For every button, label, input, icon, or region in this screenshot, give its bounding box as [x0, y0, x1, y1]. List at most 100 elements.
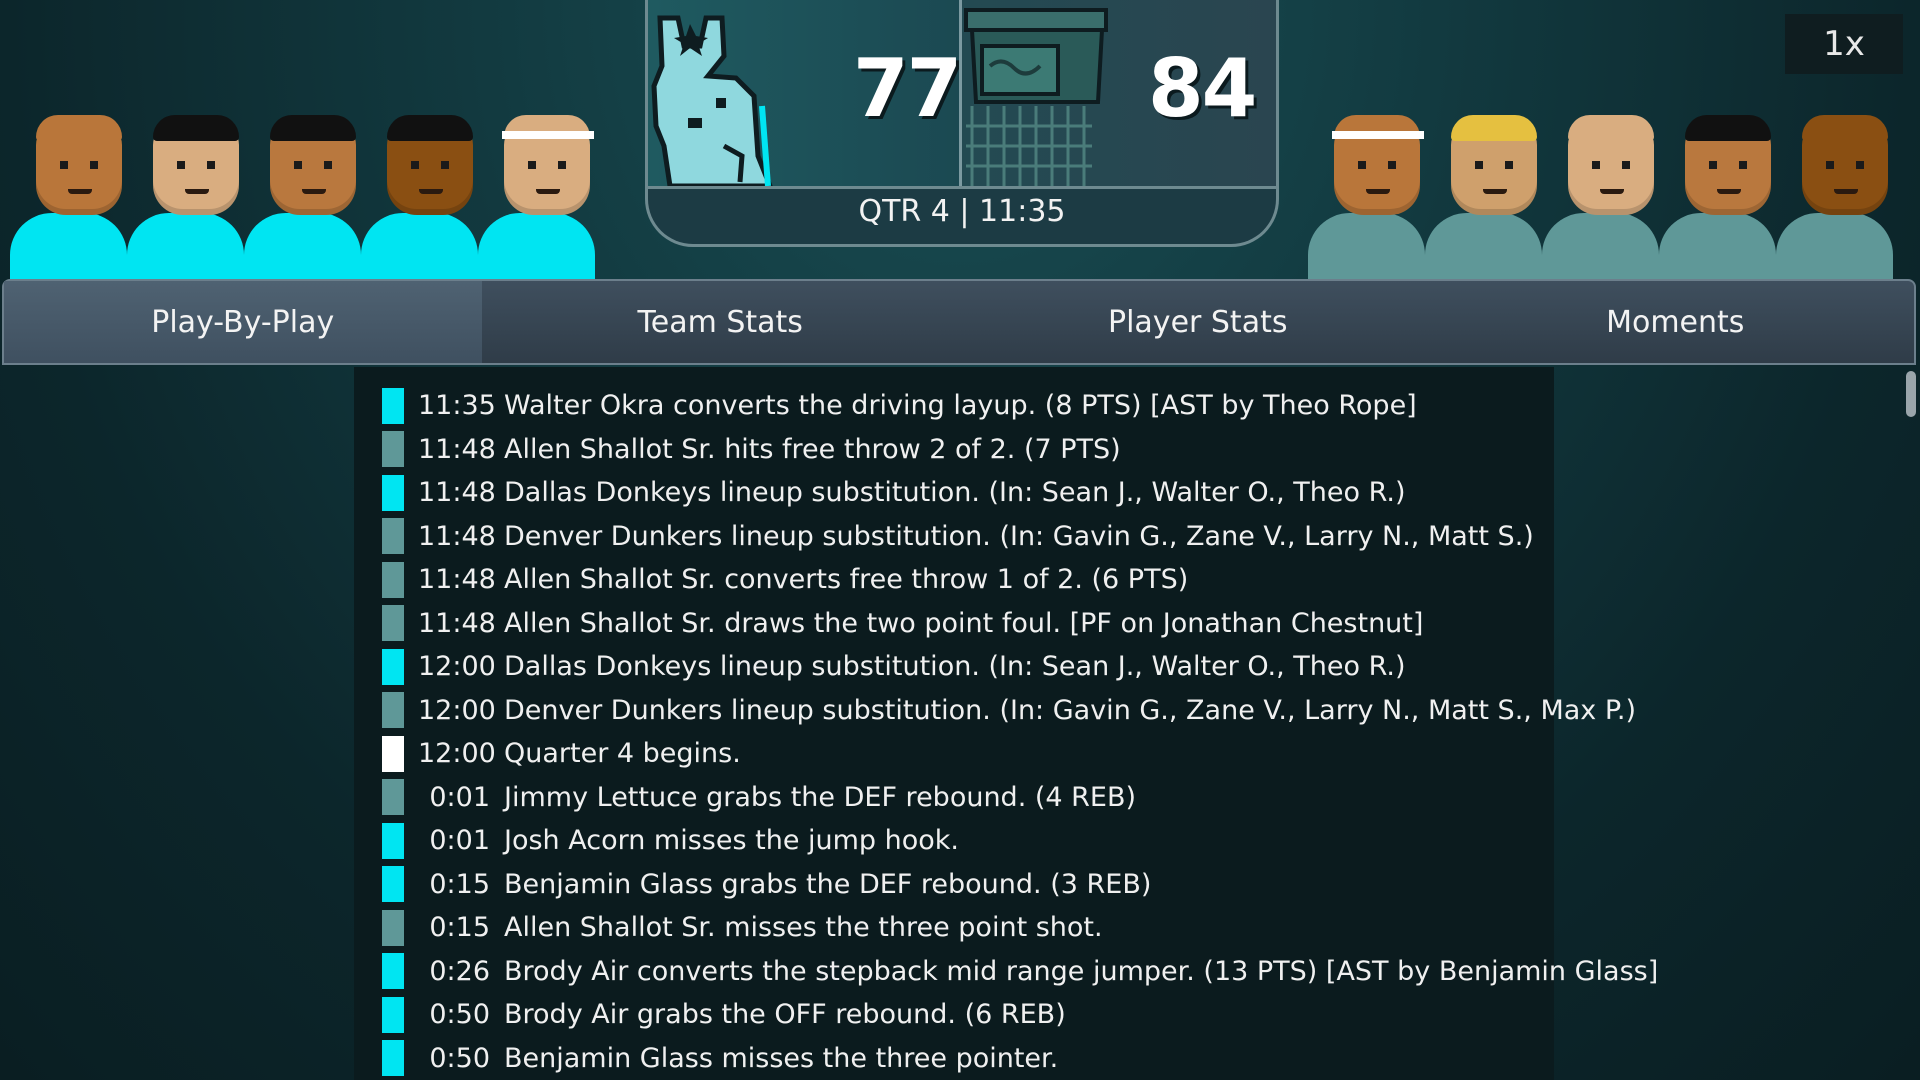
eye: [60, 161, 68, 169]
player-hair: [1568, 115, 1654, 141]
team-marker: [382, 387, 404, 424]
play-description: Allen Shallot Sr. converts free throw 1 …: [504, 564, 1189, 595]
away-roster: [1308, 115, 1893, 283]
play-row: 11:48 Dallas Donkeys lineup substitution.…: [382, 471, 1406, 514]
play-time: 0:15: [429, 912, 490, 943]
play-description: Brody Air grabs the OFF rebound. (6 REB): [504, 999, 1066, 1030]
eye: [1388, 161, 1396, 169]
away-player-avatar: [1542, 115, 1659, 283]
play-time: 0:01: [429, 825, 490, 856]
away-player-avatar: [1425, 115, 1542, 283]
team-marker: [382, 735, 404, 772]
play-description: Quarter 4 begins.: [504, 738, 741, 769]
play-row: 0:50 Benjamin Glass misses the three poin…: [382, 1037, 1058, 1080]
team-marker: [382, 692, 404, 728]
eye: [1856, 161, 1864, 169]
eye: [1709, 161, 1717, 169]
play-time: 11:48: [418, 520, 496, 552]
home-player-avatar: [244, 115, 361, 283]
tab-moments[interactable]: Moments: [1437, 281, 1915, 363]
play-description: Josh Acorn misses the jump hook.: [504, 825, 960, 856]
mouth: [1366, 189, 1390, 194]
scoreboard-separator: [648, 186, 1276, 189]
play-row: 0:15 Benjamin Glass grabs the DEF rebound…: [382, 863, 1151, 906]
jersey: [10, 213, 127, 283]
play-row: 12:00 Denver Dunkers lineup substitution.…: [382, 689, 1636, 732]
play-description: Allen Shallot Sr. draws the two point fo…: [504, 607, 1424, 639]
player-hair: [1685, 115, 1771, 141]
mouth: [419, 189, 443, 194]
jersey: [1542, 213, 1659, 283]
jersey: [1308, 213, 1425, 283]
dunkers-logo-icon: [964, 8, 1108, 186]
team-marker: [382, 779, 404, 815]
headband: [502, 131, 594, 139]
play-time: 12:00: [418, 738, 496, 769]
jersey: [1659, 213, 1776, 283]
play-time: 12:00: [418, 651, 496, 682]
eye: [1826, 161, 1834, 169]
team-marker: [382, 822, 404, 859]
jersey: [1425, 213, 1542, 283]
play-time: 11:35: [418, 390, 496, 421]
play-description: Denver Dunkers lineup substitution. (In:…: [504, 694, 1637, 726]
play-description: Dallas Donkeys lineup substitution. (In:…: [504, 477, 1406, 508]
player-hair: [1451, 115, 1537, 141]
team-marker: [382, 866, 404, 902]
jersey: [1776, 213, 1893, 283]
speed-toggle-button[interactable]: 1x: [1785, 14, 1903, 74]
scoreboard: 77 84 QTR 4 | 11:35: [645, 0, 1279, 247]
play-by-play-list[interactable]: 11:35 Walter Okra converts the driving la…: [354, 367, 1658, 1080]
jersey: [361, 213, 478, 283]
donkey-logo-icon: [651, 15, 773, 186]
play-time: 11:48: [418, 607, 496, 639]
team-marker: [382, 561, 404, 598]
tab-team-stats[interactable]: Team Stats: [482, 281, 960, 363]
home-roster: [10, 115, 595, 283]
eye: [528, 161, 536, 169]
mouth: [302, 189, 326, 194]
team-marker: [382, 909, 404, 946]
team-marker: [382, 953, 404, 989]
tab-play-by-play[interactable]: Play-By-Play: [4, 281, 482, 363]
player-hair: [36, 115, 122, 141]
play-description: Benjamin Glass misses the three pointer.: [504, 1042, 1059, 1074]
team-marker: [382, 518, 404, 554]
scrollbar-thumb[interactable]: [1906, 371, 1916, 417]
eye: [177, 161, 185, 169]
scrollbar[interactable]: [1904, 367, 1916, 1080]
play-time: 12:00: [418, 694, 496, 726]
headband: [1332, 131, 1424, 139]
team-marker: [382, 431, 404, 467]
play-time: 11:48: [418, 433, 496, 465]
play-row: 11:35 Walter Okra converts the driving la…: [382, 384, 1417, 427]
player-hair: [270, 115, 356, 141]
team-marker: [382, 474, 404, 511]
play-row: 11:48 Denver Dunkers lineup substitution.…: [382, 515, 1534, 558]
mouth: [1600, 189, 1624, 194]
eye: [1622, 161, 1630, 169]
home-player-avatar: [361, 115, 478, 283]
away-player-avatar: [1659, 115, 1776, 283]
home-player-avatar: [127, 115, 244, 283]
home-player-avatar: [10, 115, 127, 283]
eye: [324, 161, 332, 169]
team-marker: [382, 648, 404, 685]
play-row: 11:48 Allen Shallot Sr. draws the two poi…: [382, 602, 1423, 645]
play-row: 0:15 Allen Shallot Sr. misses the three p…: [382, 906, 1103, 949]
eye: [441, 161, 449, 169]
play-row: 0:01 Jimmy Lettuce grabs the DEF rebound.…: [382, 776, 1136, 819]
play-time: 0:26: [429, 955, 490, 987]
eye: [1739, 161, 1747, 169]
mouth: [68, 189, 92, 194]
play-description: Denver Dunkers lineup substitution. (In:…: [504, 520, 1534, 552]
tab-player-stats[interactable]: Player Stats: [959, 281, 1437, 363]
play-row: 12:00 Quarter 4 begins.: [382, 732, 741, 775]
eye: [558, 161, 566, 169]
jersey: [478, 213, 595, 283]
team-marker: [382, 996, 404, 1033]
play-time: 0:01: [429, 781, 490, 813]
away-player-avatar: [1308, 115, 1425, 283]
team-marker: [382, 605, 404, 641]
jersey: [127, 213, 244, 283]
